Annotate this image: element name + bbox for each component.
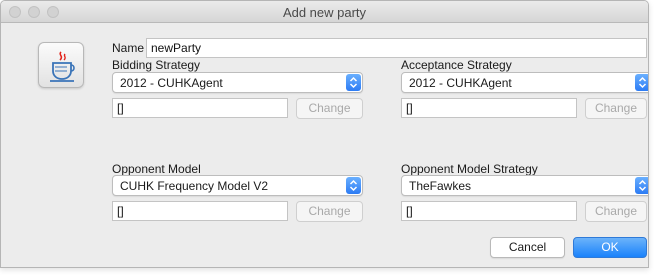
bidding-strategy-select[interactable]: 2012 - CUHKAgent bbox=[112, 72, 363, 93]
acceptance-strategy-label: Acceptance Strategy bbox=[401, 58, 512, 72]
party-name-field[interactable]: newParty bbox=[146, 38, 647, 58]
cancel-button[interactable]: Cancel bbox=[490, 237, 565, 258]
opponent-model-strategy-label: Opponent Model Strategy bbox=[401, 162, 538, 176]
opponent-model-select[interactable]: CUHK Frequency Model V2 bbox=[112, 175, 363, 196]
opponent-model-selected: CUHK Frequency Model V2 bbox=[120, 179, 269, 193]
acceptance-strategy-params-field[interactable]: [] bbox=[401, 98, 577, 118]
title-bar: Add new party bbox=[1, 1, 648, 23]
acceptance-strategy-change-button[interactable]: Change bbox=[585, 98, 647, 119]
up-down-chevron-icon bbox=[635, 74, 648, 91]
up-down-chevron-icon bbox=[635, 177, 648, 194]
bidding-strategy-selected: 2012 - CUHKAgent bbox=[120, 76, 223, 90]
opponent-model-change-button[interactable]: Change bbox=[296, 201, 363, 222]
opponent-model-label: Opponent Model bbox=[112, 162, 201, 176]
up-down-chevron-icon bbox=[346, 177, 361, 194]
bidding-strategy-label: Bidding Strategy bbox=[112, 58, 201, 72]
opponent-model-params-field[interactable]: [] bbox=[112, 201, 288, 221]
java-coffee-cup-icon bbox=[38, 42, 84, 88]
name-label: Name bbox=[112, 41, 145, 55]
window-title: Add new party bbox=[282, 5, 367, 20]
ok-button[interactable]: OK bbox=[573, 237, 647, 258]
up-down-chevron-icon bbox=[346, 74, 361, 91]
opponent-model-strategy-params-field[interactable]: [] bbox=[401, 201, 577, 221]
add-party-dialog: Add new party Name newParty Bidding Stra… bbox=[0, 0, 649, 268]
opponent-model-strategy-change-button[interactable]: Change bbox=[585, 201, 647, 222]
opponent-model-strategy-select[interactable]: TheFawkes bbox=[401, 175, 648, 196]
acceptance-strategy-selected: 2012 - CUHKAgent bbox=[409, 76, 512, 90]
acceptance-strategy-select[interactable]: 2012 - CUHKAgent bbox=[401, 72, 648, 93]
bidding-strategy-change-button[interactable]: Change bbox=[296, 98, 363, 119]
bidding-strategy-params-field[interactable]: [] bbox=[112, 98, 288, 118]
opponent-model-strategy-selected: TheFawkes bbox=[409, 179, 472, 193]
